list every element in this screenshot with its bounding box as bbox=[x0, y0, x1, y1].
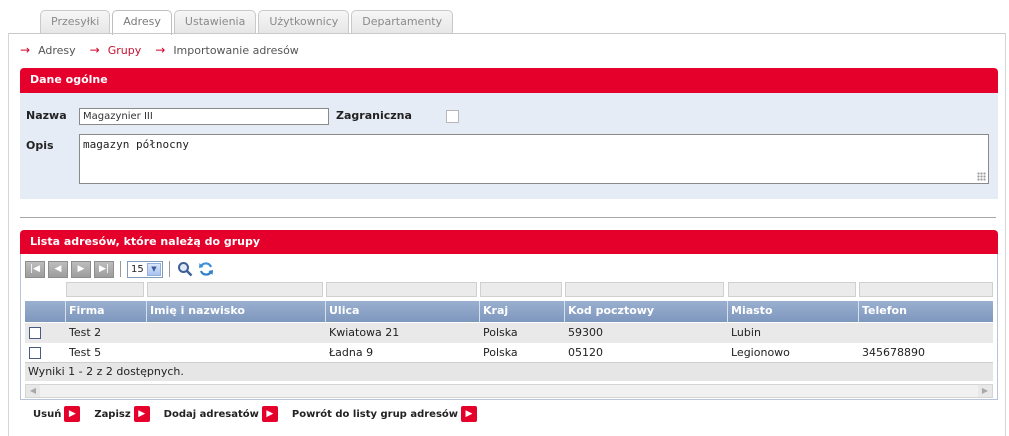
grid-footer: Wyniki 1 - 2 z 2 dostępnych. bbox=[25, 362, 993, 381]
cell-telefon: 345678890 bbox=[862, 346, 925, 359]
row-checkbox[interactable] bbox=[29, 347, 41, 359]
section-divider bbox=[20, 217, 996, 218]
tab-underline bbox=[8, 33, 1006, 34]
back-to-groups-button[interactable]: Powrót do listy grup adresów ▶ bbox=[291, 406, 478, 422]
arrow-right-icon: ▶ bbox=[261, 406, 278, 422]
description-text: magazyn północny bbox=[83, 138, 189, 151]
list-section-header: Lista adresów, które należą do grupy bbox=[20, 230, 998, 255]
app-frame: Przesyłki Adresy Ustawienia Użytkownicy … bbox=[0, 0, 1009, 436]
resize-grip-icon[interactable] bbox=[977, 172, 986, 181]
foreign-checkbox[interactable] bbox=[446, 110, 459, 123]
tab-departamenty[interactable]: Departamenty bbox=[351, 10, 454, 34]
save-button[interactable]: Zapisz ▶ bbox=[94, 406, 150, 422]
cell-firma: Test 5 bbox=[69, 346, 102, 359]
add-recipients-button[interactable]: Dodaj adresatów ▶ bbox=[164, 406, 278, 422]
scroll-left-icon[interactable]: ◀ bbox=[26, 385, 40, 397]
last-page-icon[interactable]: ▶| bbox=[94, 260, 114, 278]
arrow-right-icon: ▶ bbox=[461, 406, 478, 422]
arrow-right-icon: → bbox=[20, 43, 31, 57]
description-label: Opis bbox=[26, 139, 54, 152]
breadcrumb-item-adresy[interactable]: → Adresy bbox=[20, 43, 76, 57]
column-header-imie[interactable]: Imię i nazwisko bbox=[147, 301, 326, 322]
general-section-body: Nazwa Magazynier III Zagraniczna Opis ma… bbox=[20, 93, 998, 199]
arrow-right-icon: → bbox=[155, 43, 166, 57]
breadcrumb-item-import[interactable]: → Importowanie adresów bbox=[155, 43, 299, 57]
cell-miasto: Lubin bbox=[731, 326, 761, 339]
delete-button[interactable]: Usuń ▶ bbox=[33, 406, 81, 422]
delete-label: Usuń bbox=[33, 408, 62, 420]
name-label: Nazwa bbox=[26, 109, 67, 122]
scroll-right-icon[interactable]: ▶ bbox=[978, 385, 992, 397]
tab-adresy[interactable]: Adresy bbox=[112, 10, 172, 35]
cell-miasto: Legionowo bbox=[731, 346, 790, 359]
filter-firma[interactable] bbox=[66, 282, 144, 297]
arrow-right-icon: → bbox=[89, 43, 100, 57]
tab-przesylki[interactable]: Przesyłki bbox=[40, 10, 111, 34]
refresh-icon[interactable] bbox=[197, 260, 215, 278]
filter-imie[interactable] bbox=[147, 282, 323, 297]
address-grid: |◀ ◀ ▶ ▶| 15 ▼ Firma Imię i nazwisko Uli… bbox=[20, 254, 998, 400]
next-page-icon[interactable]: ▶ bbox=[71, 260, 91, 278]
cell-kraj: Polska bbox=[483, 346, 518, 359]
cell-kod: 59300 bbox=[568, 326, 603, 339]
cell-ulica: Ładna 9 bbox=[329, 346, 374, 359]
cell-kod: 05120 bbox=[568, 346, 603, 359]
frame-border-right bbox=[1005, 33, 1006, 436]
cell-telefon bbox=[859, 323, 862, 343]
cell-ulica: Kwiatowa 21 bbox=[329, 326, 400, 339]
filter-telefon[interactable] bbox=[859, 282, 993, 297]
breadcrumb-item-grupy[interactable]: → Grupy bbox=[90, 43, 142, 57]
table-row[interactable]: Test 5 Ładna 9 Polska 05120 Legionowo 34… bbox=[25, 343, 993, 363]
cell-kraj: Polska bbox=[483, 326, 518, 339]
tab-bar: Przesyłki Adresy Ustawienia Użytkownicy … bbox=[40, 10, 454, 35]
column-header-kraj[interactable]: Kraj bbox=[480, 301, 565, 322]
filter-miasto[interactable] bbox=[728, 282, 856, 297]
table-row[interactable]: Test 2 Kwiatowa 21 Polska 59300 Lubin bbox=[25, 323, 993, 343]
grid-toolbar: |◀ ◀ ▶ ▶| 15 ▼ bbox=[25, 259, 215, 279]
prev-page-icon[interactable]: ◀ bbox=[48, 260, 68, 278]
breadcrumb-label: Importowanie adresów bbox=[173, 43, 299, 57]
back-label: Powrót do listy grup adresów bbox=[291, 408, 459, 420]
name-input[interactable]: Magazynier III bbox=[79, 108, 329, 125]
filter-ulica[interactable] bbox=[326, 282, 477, 297]
row-checkbox[interactable] bbox=[29, 327, 41, 339]
description-textarea[interactable]: magazyn północny bbox=[79, 134, 989, 184]
arrow-right-icon: ▶ bbox=[133, 406, 150, 422]
search-icon[interactable] bbox=[176, 260, 194, 278]
column-header-firma[interactable]: Firma bbox=[66, 301, 147, 322]
cell-imie bbox=[147, 343, 150, 363]
filter-kod[interactable] bbox=[565, 282, 724, 297]
tab-ustawienia[interactable]: Ustawienia bbox=[173, 10, 257, 34]
first-page-icon[interactable]: |◀ bbox=[25, 260, 45, 278]
general-section-header: Dane ogólne bbox=[20, 68, 998, 93]
tab-uzytkownicy[interactable]: Użytkownicy bbox=[258, 10, 350, 34]
horizontal-scrollbar[interactable]: ◀ ▶ bbox=[25, 384, 993, 398]
page-size-select[interactable]: 15 ▼ bbox=[127, 260, 163, 278]
toolbar-separator bbox=[169, 261, 170, 277]
column-header-miasto[interactable]: Miasto bbox=[728, 301, 859, 322]
column-header-select bbox=[25, 301, 66, 322]
arrow-right-icon: ▶ bbox=[64, 406, 81, 422]
cell-firma: Test 2 bbox=[69, 326, 102, 339]
page-size-value: 15 bbox=[131, 263, 144, 275]
toolbar-separator bbox=[120, 261, 121, 277]
frame-border-left bbox=[8, 33, 9, 436]
breadcrumb-label: Adresy bbox=[38, 43, 76, 57]
column-header-kod[interactable]: Kod pocztowy bbox=[565, 301, 728, 322]
grid-header-row: Firma Imię i nazwisko Ulica Kraj Kod poc… bbox=[25, 301, 993, 322]
foreign-label: Zagraniczna bbox=[336, 109, 412, 122]
chevron-down-icon: ▼ bbox=[147, 262, 161, 276]
breadcrumb-label: Grupy bbox=[107, 43, 142, 57]
column-header-ulica[interactable]: Ulica bbox=[326, 301, 480, 322]
add-label: Dodaj adresatów bbox=[163, 408, 259, 420]
breadcrumb: → Adresy → Grupy → Importowanie adresów bbox=[20, 42, 313, 58]
cell-imie bbox=[147, 323, 150, 343]
save-label: Zapisz bbox=[94, 408, 131, 420]
action-bar: Usuń ▶ Zapisz ▶ Dodaj adresatów ▶ Powrót… bbox=[33, 406, 478, 422]
filter-kraj[interactable] bbox=[480, 282, 562, 297]
column-header-telefon[interactable]: Telefon bbox=[859, 301, 993, 322]
